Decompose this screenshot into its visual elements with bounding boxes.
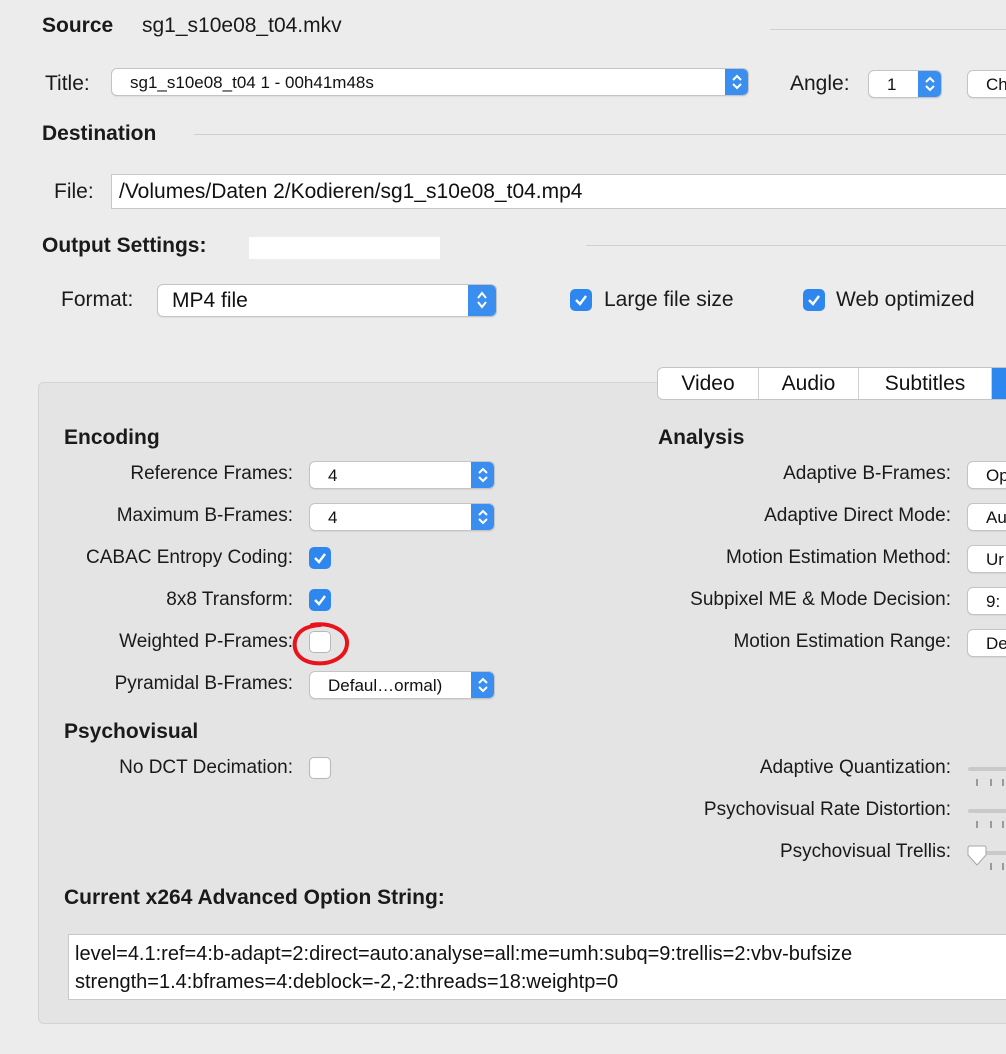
angle-select-value: 1 <box>887 75 897 94</box>
large-file-label: Large file size <box>604 288 734 311</box>
subpixel-me-select[interactable]: 9: <box>967 587 1006 615</box>
chapters-select-value: Ch <box>986 75 1006 94</box>
format-select-value: MP4 file <box>172 289 248 312</box>
source-heading: Source <box>42 14 114 37</box>
max-bframes-value: 4 <box>328 508 338 527</box>
file-path-input[interactable]: /Volumes/Daten 2/Kodieren/sg1_s10e08_t04… <box>111 174 1006 209</box>
destination-heading: Destination <box>42 122 157 145</box>
adaptive-quantization-label: Adaptive Quantization: <box>759 757 951 778</box>
title-select-value: sg1_s10e08_t04 1 - 00h41m48s <box>130 73 374 92</box>
stepper-arrows-icon <box>468 285 496 316</box>
max-bframes-select[interactable]: 4 <box>309 503 495 531</box>
destination-divider <box>194 134 1006 135</box>
slider-tick <box>976 779 978 786</box>
max-bframes-label: Maximum B-Frames: <box>116 505 293 526</box>
source-filename: sg1_s10e08_t04.mkv <box>142 14 342 37</box>
motion-estimation-range-value: De <box>986 634 1006 653</box>
psychovisual-heading: Psychovisual <box>64 720 199 743</box>
adaptive-bframes-label: Adaptive B-Frames: <box>783 463 951 484</box>
preset-name-field <box>249 237 440 259</box>
format-label: Format: <box>61 288 134 311</box>
reference-frames-select[interactable]: 4 <box>309 461 495 489</box>
stepper-arrows-icon <box>725 69 748 95</box>
motion-estimation-range-label: Motion Estimation Range: <box>733 631 951 652</box>
format-select[interactable]: MP4 file <box>157 284 497 317</box>
adaptive-direct-mode-label: Adaptive Direct Mode: <box>764 505 951 526</box>
no-dct-label: No DCT Decimation: <box>119 757 293 778</box>
psy-rd-label: Psychovisual Rate Distortion: <box>703 799 951 820</box>
analysis-heading: Analysis <box>658 426 745 449</box>
slider-tick <box>976 821 978 828</box>
angle-select[interactable]: 1 <box>868 70 942 98</box>
adaptive-quantization-slider[interactable] <box>968 767 1006 771</box>
settings-tabs: Video Audio Subtitles <box>657 367 1006 400</box>
motion-estimation-method-value: Ur <box>986 550 1004 569</box>
motion-estimation-method-select[interactable]: Ur <box>967 545 1006 573</box>
slider-tick <box>1002 863 1004 870</box>
tab-subtitles[interactable]: Subtitles <box>859 368 992 399</box>
motion-estimation-method-label: Motion Estimation Method: <box>726 547 951 568</box>
pyramidal-bframes-select[interactable]: Defaul…ormal) <box>309 671 495 699</box>
large-file-checkbox[interactable] <box>570 289 592 311</box>
encoding-heading: Encoding <box>64 426 160 449</box>
subpixel-me-value: 9: <box>986 592 1001 611</box>
psy-trellis-label: Psychovisual Trellis: <box>779 841 951 862</box>
option-string-line1: level=4.1:ref=4:b-adapt=2:direct=auto:an… <box>75 943 853 965</box>
output-settings-heading: Output Settings: <box>42 234 207 257</box>
red-circle-annotation <box>292 622 349 666</box>
angle-label: Angle: <box>790 72 850 95</box>
web-optimized-checkbox[interactable] <box>803 289 825 311</box>
adaptive-bframes-select[interactable]: Op <box>967 461 1006 489</box>
cabac-checkbox[interactable] <box>309 547 331 569</box>
checkmark-icon <box>314 553 326 564</box>
subpixel-me-label: Subpixel ME & Mode Decision: <box>690 589 951 610</box>
slider-tick <box>990 863 992 870</box>
reference-frames-label: Reference Frames: <box>130 463 293 484</box>
adaptive-direct-mode-select[interactable]: Au <box>967 503 1006 531</box>
stepper-arrows-icon <box>471 504 494 530</box>
chapters-select[interactable]: Ch <box>967 70 1006 98</box>
stepper-arrows-icon <box>471 462 494 488</box>
motion-estimation-range-select[interactable]: De <box>967 629 1006 657</box>
pyramidal-bframes-label: Pyramidal B-Frames: <box>114 673 293 694</box>
title-select[interactable]: sg1_s10e08_t04 1 - 00h41m48s <box>111 68 749 96</box>
tab-audio[interactable]: Audio <box>759 368 859 399</box>
checkmark-icon <box>314 595 326 606</box>
adaptive-bframes-value: Op <box>986 466 1006 485</box>
no-dct-checkbox[interactable] <box>309 757 331 779</box>
stepper-arrows-icon <box>471 672 494 698</box>
slider-tick <box>1002 779 1004 786</box>
file-path-value: /Volumes/Daten 2/Kodieren/sg1_s10e08_t04… <box>119 180 583 203</box>
option-string-heading: Current x264 Advanced Option String: <box>64 886 445 909</box>
stepper-arrows-icon <box>918 71 941 97</box>
transform-8x8-label: 8x8 Transform: <box>166 589 293 610</box>
slider-tick <box>1002 821 1004 828</box>
adaptive-direct-mode-value: Au <box>986 508 1006 527</box>
option-string-textarea[interactable]: level=4.1:ref=4:b-adapt=2:direct=auto:an… <box>68 934 1006 1000</box>
checkmark-icon <box>808 295 820 306</box>
title-label: Title: <box>45 72 90 95</box>
cabac-label: CABAC Entropy Coding: <box>86 547 293 568</box>
web-optimized-label: Web optimized <box>836 288 975 311</box>
pyramidal-bframes-value: Defaul…ormal) <box>328 676 443 695</box>
source-divider <box>770 29 1006 30</box>
tab-selected[interactable] <box>992 368 1006 399</box>
output-divider <box>586 245 1006 246</box>
slider-tick <box>990 779 992 786</box>
reference-frames-value: 4 <box>328 466 338 485</box>
slider-knob-icon[interactable] <box>966 845 988 867</box>
file-label: File: <box>54 180 94 203</box>
psy-rd-slider[interactable] <box>968 809 1006 813</box>
tab-video[interactable]: Video <box>658 368 759 399</box>
checkmark-icon <box>575 295 587 306</box>
weighted-p-frames-label: Weighted P-Frames: <box>119 631 293 652</box>
transform-8x8-checkbox[interactable] <box>309 589 331 611</box>
option-string-line2: strength=1.4:bframes=4:deblock=-2,-2:thr… <box>75 971 619 993</box>
slider-tick <box>990 821 992 828</box>
